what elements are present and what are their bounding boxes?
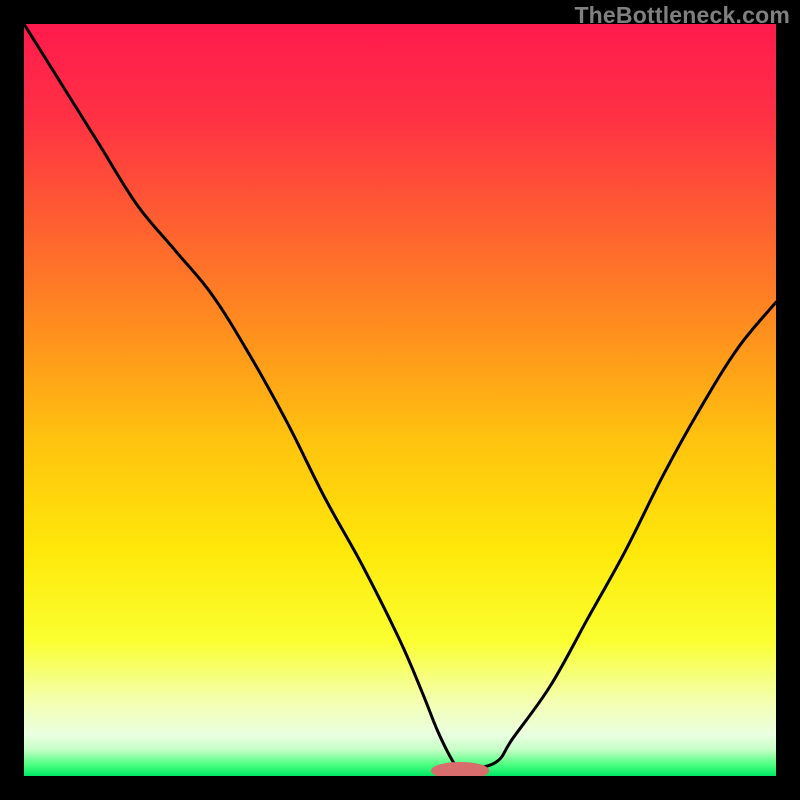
watermark-text: TheBottleneck.com: [574, 2, 790, 29]
optimum-marker: [432, 762, 489, 776]
gradient-background: [24, 24, 776, 776]
chart-frame: TheBottleneck.com: [0, 0, 800, 800]
plot-area: [24, 24, 776, 776]
chart-svg: [24, 24, 776, 776]
